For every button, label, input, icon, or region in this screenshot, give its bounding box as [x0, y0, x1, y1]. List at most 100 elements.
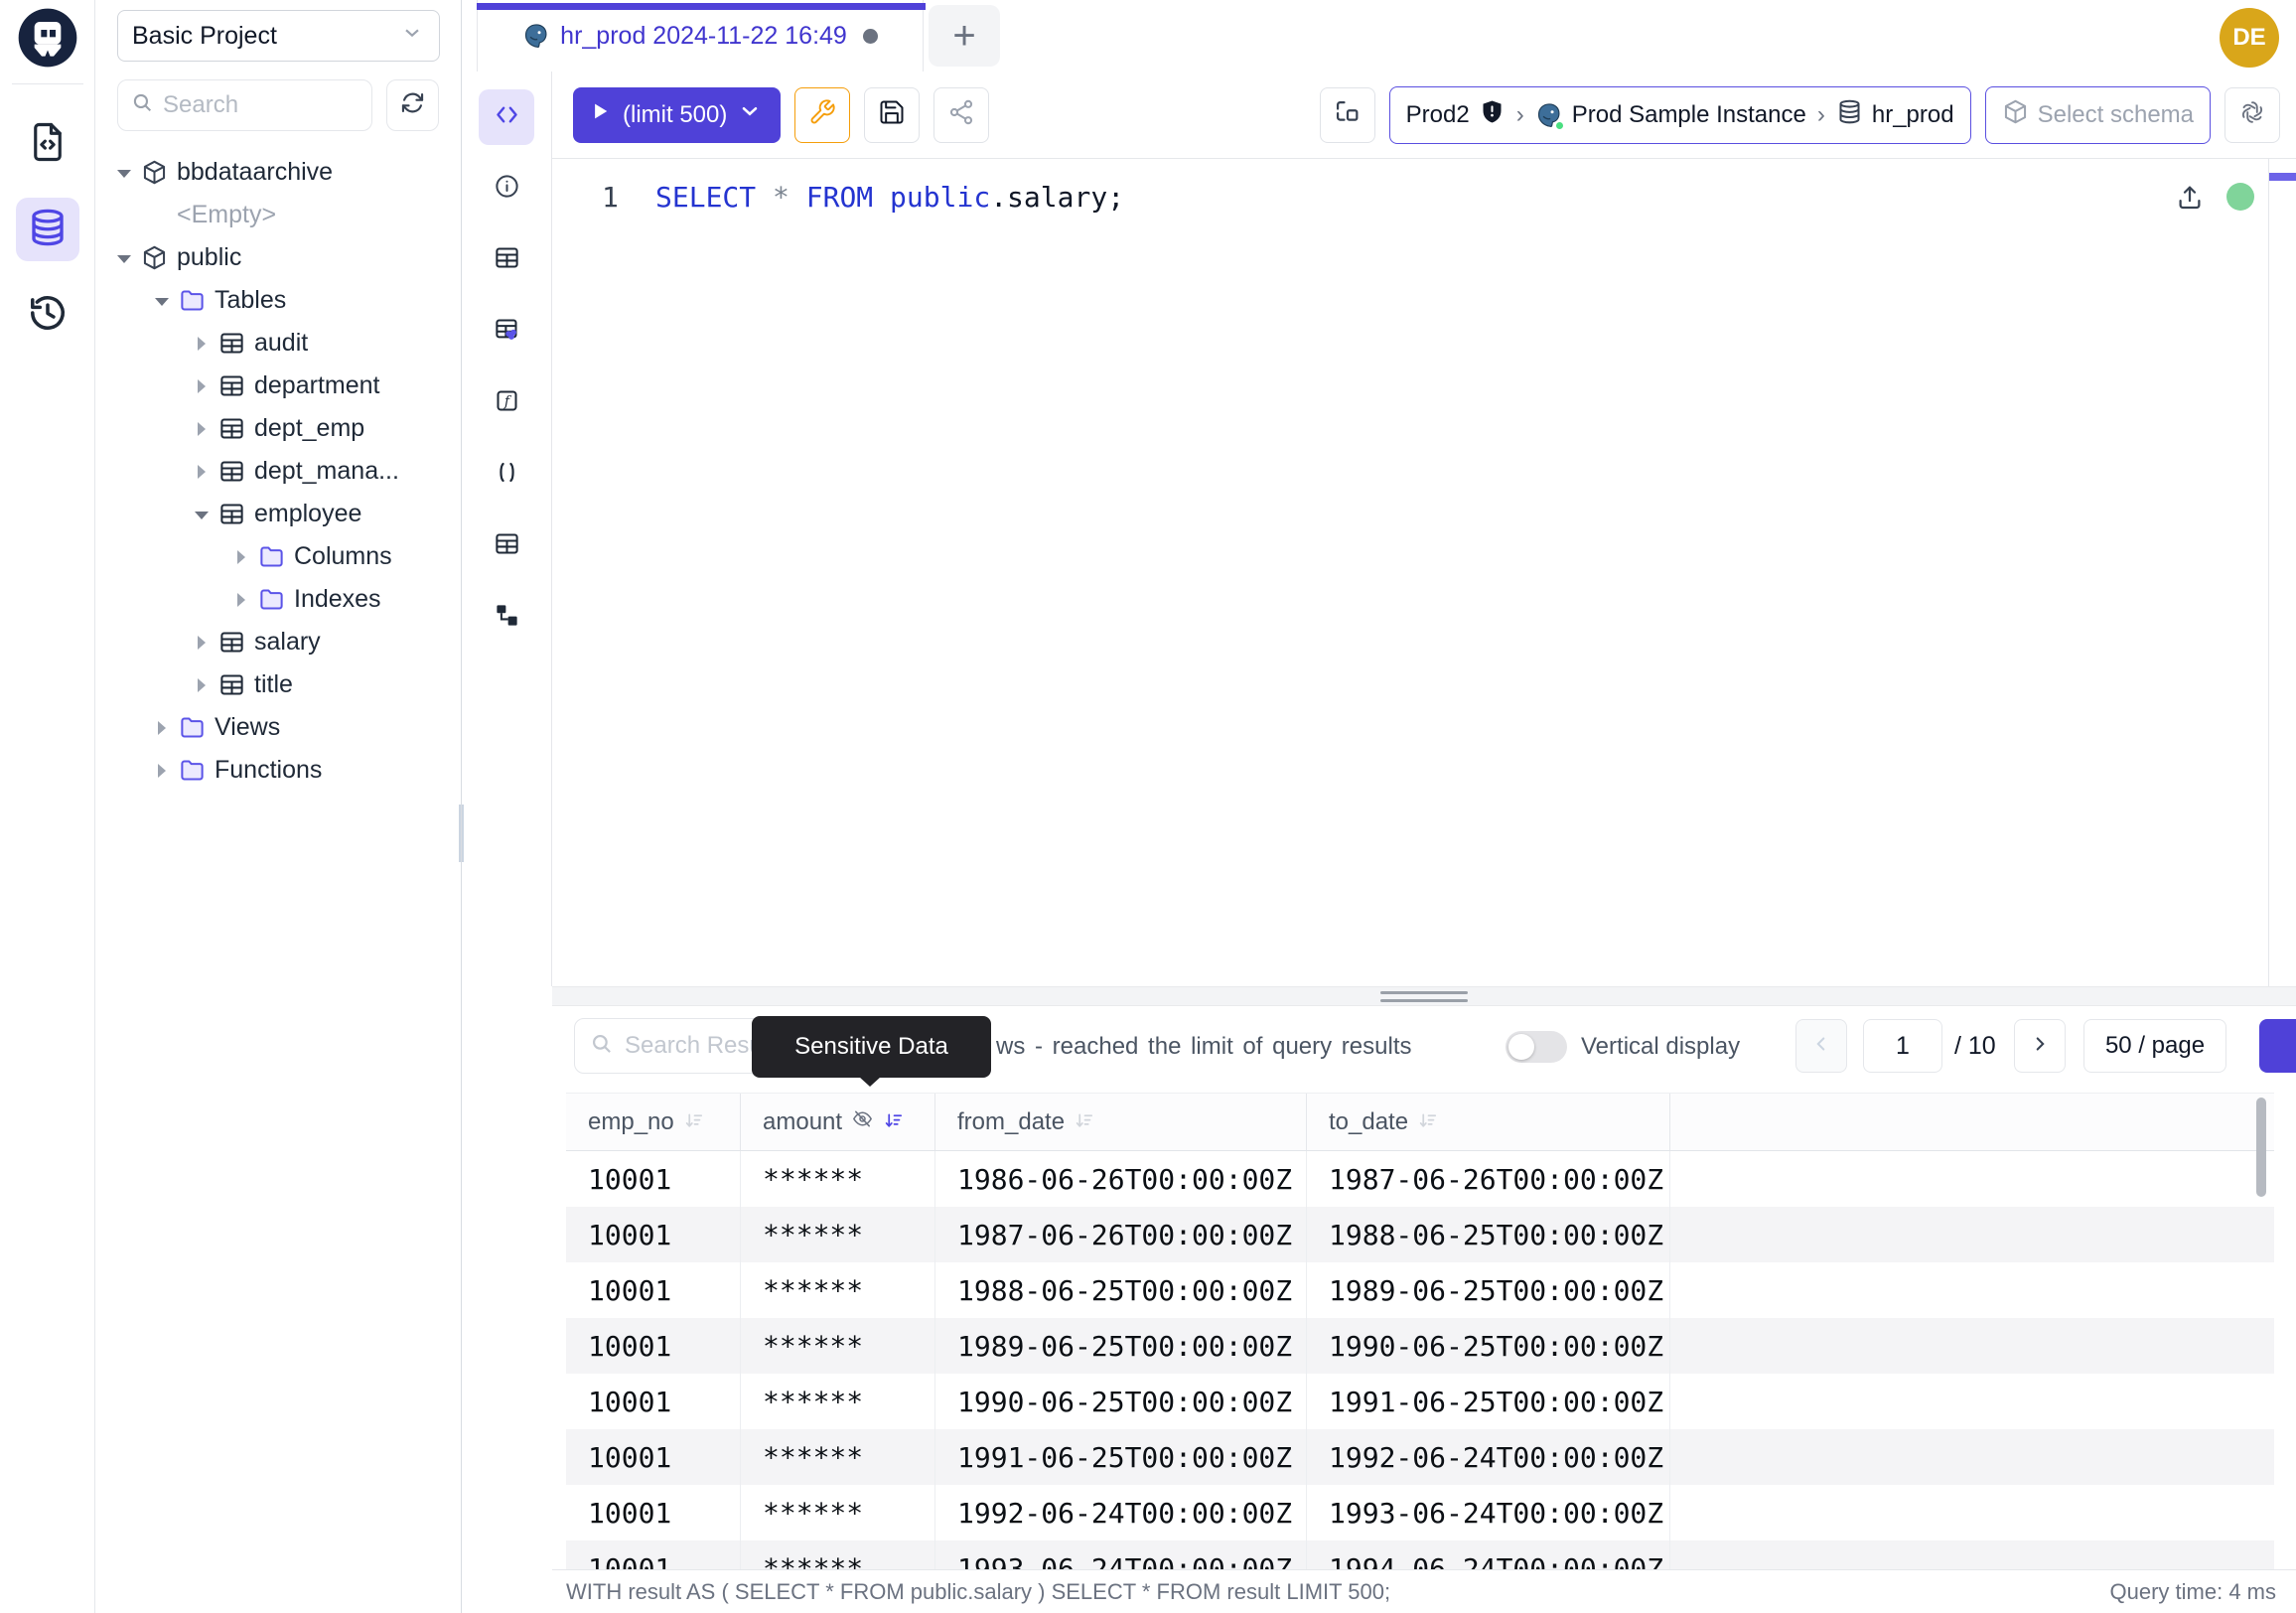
- result-cell[interactable]: 1991-06-25T00:00:00Z: [1307, 1374, 1670, 1429]
- tree-item-views[interactable]: Views: [95, 706, 461, 749]
- tree-caret-icon[interactable]: [232, 548, 249, 565]
- column-header-amount[interactable]: amount: [741, 1094, 935, 1150]
- tree-item-audit[interactable]: audit: [95, 322, 461, 365]
- result-cell[interactable]: 1988-06-25T00:00:00Z: [1307, 1207, 1670, 1262]
- batch-query-button[interactable]: [1320, 87, 1375, 143]
- sort-icon[interactable]: [1074, 1110, 1096, 1133]
- strip-function-button[interactable]: f: [479, 375, 534, 431]
- vertical-display-toggle[interactable]: [1506, 1031, 1567, 1063]
- avatar[interactable]: DE: [2220, 8, 2279, 68]
- tree-item-employee[interactable]: employee: [95, 493, 461, 535]
- result-cell[interactable]: 1990-06-25T00:00:00Z: [1307, 1318, 1670, 1374]
- column-header-from_date[interactable]: from_date: [935, 1094, 1307, 1150]
- project-selector[interactable]: Basic Project: [117, 10, 440, 62]
- result-cell[interactable]: ******: [741, 1374, 935, 1429]
- format-wrench-button[interactable]: [794, 87, 850, 143]
- results-scrollbar-thumb[interactable]: [2256, 1098, 2266, 1197]
- strip-masked-table-button[interactable]: [479, 304, 534, 360]
- tree-caret-icon[interactable]: [193, 506, 210, 522]
- connection-breadcrumb[interactable]: Prod2 › Prod Sample Instance › hr_prod: [1389, 86, 1971, 144]
- result-cell[interactable]: 1993-06-24T00:00:00Z: [1307, 1485, 1670, 1540]
- result-row[interactable]: 10001 ****** 1986-06-26T00:00:00Z 1987-0…: [566, 1151, 2274, 1207]
- result-cell[interactable]: 10001: [566, 1151, 741, 1207]
- result-cell[interactable]: 1986-06-26T00:00:00Z: [935, 1151, 1307, 1207]
- tab-hr-prod[interactable]: hr_prod 2024-11-22 16:49: [477, 0, 924, 72]
- result-cell[interactable]: 1993-06-24T00:00:00Z: [935, 1540, 1307, 1570]
- column-header-emp_no[interactable]: emp_no: [566, 1094, 741, 1150]
- sort-icon[interactable]: [883, 1110, 906, 1133]
- strip-table-info-button[interactable]: [479, 232, 534, 288]
- page-number-input[interactable]: [1863, 1019, 1942, 1073]
- result-cell[interactable]: 10001: [566, 1485, 741, 1540]
- tree-caret-icon[interactable]: [115, 164, 132, 181]
- tree-item-public[interactable]: public: [95, 236, 461, 279]
- prev-page-button[interactable]: [1795, 1019, 1847, 1073]
- result-cell[interactable]: ******: [741, 1540, 935, 1570]
- strip-info-button[interactable]: [479, 161, 534, 217]
- result-cell[interactable]: 1992-06-24T00:00:00Z: [1307, 1429, 1670, 1485]
- tree-caret-icon[interactable]: [193, 420, 210, 437]
- strip-table-list-button[interactable]: [479, 518, 534, 574]
- result-cell[interactable]: 1989-06-25T00:00:00Z: [1307, 1262, 1670, 1318]
- tree-item-dept-emp[interactable]: dept_emp: [95, 407, 461, 450]
- tree-item-indexes[interactable]: Indexes: [95, 578, 461, 621]
- rail-history-button[interactable]: [16, 283, 79, 347]
- result-cell[interactable]: 10001: [566, 1262, 741, 1318]
- result-cell[interactable]: 10001: [566, 1429, 741, 1485]
- tree-item-dept-mana[interactable]: dept_mana...: [95, 450, 461, 493]
- tree-item-empty[interactable]: <Empty>: [95, 194, 461, 236]
- run-query-button[interactable]: (limit 500): [573, 87, 781, 143]
- sql-code-line[interactable]: SELECT * FROM public.salary;: [655, 181, 1124, 214]
- editor-scrollbar-thumb[interactable]: [2269, 173, 2296, 181]
- tree-item-department[interactable]: department: [95, 365, 461, 407]
- strip-code-button[interactable]: [479, 89, 534, 145]
- tree-caret-icon[interactable]: [153, 719, 170, 736]
- new-tab-button[interactable]: +: [929, 5, 1000, 67]
- tree-item-columns[interactable]: Columns: [95, 535, 461, 578]
- result-row[interactable]: 10001 ****** 1987-06-26T00:00:00Z 1988-0…: [566, 1207, 2274, 1262]
- tree-item-tables[interactable]: Tables: [95, 279, 461, 322]
- tree-caret-icon[interactable]: [193, 463, 210, 480]
- result-cell[interactable]: 1990-06-25T00:00:00Z: [935, 1374, 1307, 1429]
- result-cell[interactable]: 10001: [566, 1374, 741, 1429]
- result-cell[interactable]: ******: [741, 1485, 935, 1540]
- result-cell[interactable]: ******: [741, 1262, 935, 1318]
- sql-editor[interactable]: 1 SELECT * FROM public.salary;: [552, 159, 2296, 986]
- result-cell[interactable]: ******: [741, 1318, 935, 1374]
- result-cell[interactable]: 1988-06-25T00:00:00Z: [935, 1262, 1307, 1318]
- result-cell[interactable]: 1987-06-26T00:00:00Z: [1307, 1151, 1670, 1207]
- tree-item-salary[interactable]: salary: [95, 621, 461, 663]
- result-cell[interactable]: 1991-06-25T00:00:00Z: [935, 1429, 1307, 1485]
- tree-item-functions[interactable]: Functions: [95, 749, 461, 792]
- schema-selector[interactable]: Select schema: [1985, 86, 2211, 144]
- result-row[interactable]: 10001 ****** 1989-06-25T00:00:00Z 1990-0…: [566, 1318, 2274, 1374]
- tree-caret-icon[interactable]: [193, 377, 210, 394]
- sidebar-search-input[interactable]: [163, 91, 342, 119]
- upload-icon[interactable]: [2175, 183, 2205, 213]
- result-cell[interactable]: 10001: [566, 1207, 741, 1262]
- rail-worksheet-button[interactable]: [16, 112, 79, 176]
- strip-schema-diagram-button[interactable]: [479, 590, 534, 646]
- tree-caret-icon[interactable]: [193, 335, 210, 352]
- tree-item-title[interactable]: title: [95, 663, 461, 706]
- result-cell[interactable]: 1992-06-24T00:00:00Z: [935, 1485, 1307, 1540]
- chevron-down-icon[interactable]: [737, 98, 763, 131]
- result-cell[interactable]: 10001: [566, 1540, 741, 1570]
- tree-caret-icon[interactable]: [153, 762, 170, 779]
- tree-caret-icon[interactable]: [193, 676, 210, 693]
- tree-caret-icon[interactable]: [232, 591, 249, 608]
- tree-caret-icon[interactable]: [115, 249, 132, 266]
- result-cell[interactable]: 1987-06-26T00:00:00Z: [935, 1207, 1307, 1262]
- export-button[interactable]: [2259, 1019, 2296, 1073]
- sidebar-search[interactable]: [117, 79, 372, 131]
- result-cell[interactable]: 10001: [566, 1318, 741, 1374]
- result-cell[interactable]: ******: [741, 1429, 935, 1485]
- next-page-button[interactable]: [2014, 1019, 2066, 1073]
- sensitive-eye-off-icon[interactable]: [851, 1107, 874, 1137]
- result-cell[interactable]: ******: [741, 1207, 935, 1262]
- column-header-to_date[interactable]: to_date: [1307, 1094, 1670, 1150]
- tree-caret-icon[interactable]: [193, 634, 210, 651]
- result-cell[interactable]: 1994-06-24T00:00:00Z: [1307, 1540, 1670, 1570]
- editor-scrollbar-track[interactable]: [2268, 159, 2269, 986]
- result-row[interactable]: 10001 ****** 1991-06-25T00:00:00Z 1992-0…: [566, 1429, 2274, 1485]
